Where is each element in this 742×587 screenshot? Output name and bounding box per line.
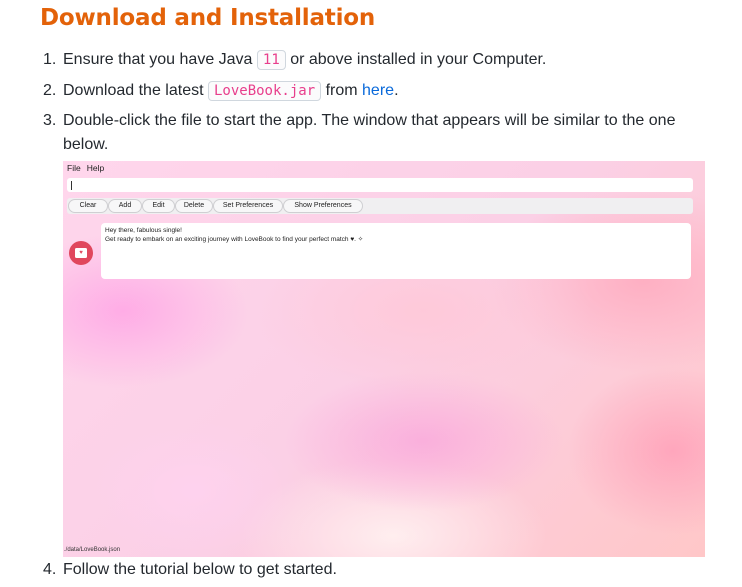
show-preferences-button[interactable]: Show Preferences xyxy=(283,199,363,213)
delete-button[interactable]: Delete xyxy=(175,199,213,213)
step-1: 1. Ensure that you have Java 11 or above … xyxy=(0,48,742,72)
step-4: 4. Follow the tutorial below to get start… xyxy=(0,558,742,582)
step-number: 3. xyxy=(43,112,57,129)
java-version-code: 11 xyxy=(256,50,286,70)
welcome-message-card: Hey there, fabulous single! Get ready to… xyxy=(101,223,691,279)
clear-button[interactable]: Clear xyxy=(68,199,108,213)
step-3: 3. Double-click the file to start the app… xyxy=(0,109,742,157)
step-text: Follow the tutorial below to get started… xyxy=(63,561,337,578)
menu-help[interactable]: Help xyxy=(87,163,104,173)
step-number: 4. xyxy=(43,561,57,578)
set-preferences-button[interactable]: Set Preferences xyxy=(213,199,283,213)
page-heading: Download and Installation xyxy=(40,5,376,31)
add-button[interactable]: Add xyxy=(108,199,142,213)
command-input[interactable] xyxy=(67,178,693,192)
heart-envelope-icon: ♥ xyxy=(75,248,87,258)
menu-file[interactable]: File xyxy=(67,163,81,173)
step-text: or above installed in your Computer. xyxy=(285,51,547,68)
edit-button[interactable]: Edit xyxy=(142,199,175,213)
steps-list: 1. Ensure that you have Java 11 or above … xyxy=(0,48,742,157)
welcome-message: Get ready to embark on an exciting journ… xyxy=(105,236,364,243)
button-toolbar: Clear Add Edit Delete Set Preferences Sh… xyxy=(67,198,693,214)
step-text: from xyxy=(321,82,363,99)
step-text: . xyxy=(394,82,399,99)
jar-filename-code: LoveBook.jar xyxy=(207,81,322,101)
avatar: ♥ xyxy=(69,241,93,265)
step-number: 1. xyxy=(43,51,57,68)
step-text: Ensure that you have Java xyxy=(63,51,257,68)
text-caret xyxy=(71,181,72,190)
step-text: Download the latest xyxy=(63,82,208,99)
step-text: Double-click the file to start the app. … xyxy=(63,112,676,153)
menu-bar: File Help xyxy=(67,163,104,173)
app-screenshot-window: File Help Clear Add Edit Delete Set Pref… xyxy=(63,161,705,557)
status-bar-path: ./data/LoveBook.json xyxy=(64,547,121,553)
step-number: 2. xyxy=(43,82,57,99)
download-link[interactable]: here xyxy=(362,82,394,99)
step-2: 2. Download the latest LoveBook.jar from … xyxy=(0,79,742,103)
welcome-greeting: Hey there, fabulous single! xyxy=(105,227,182,234)
